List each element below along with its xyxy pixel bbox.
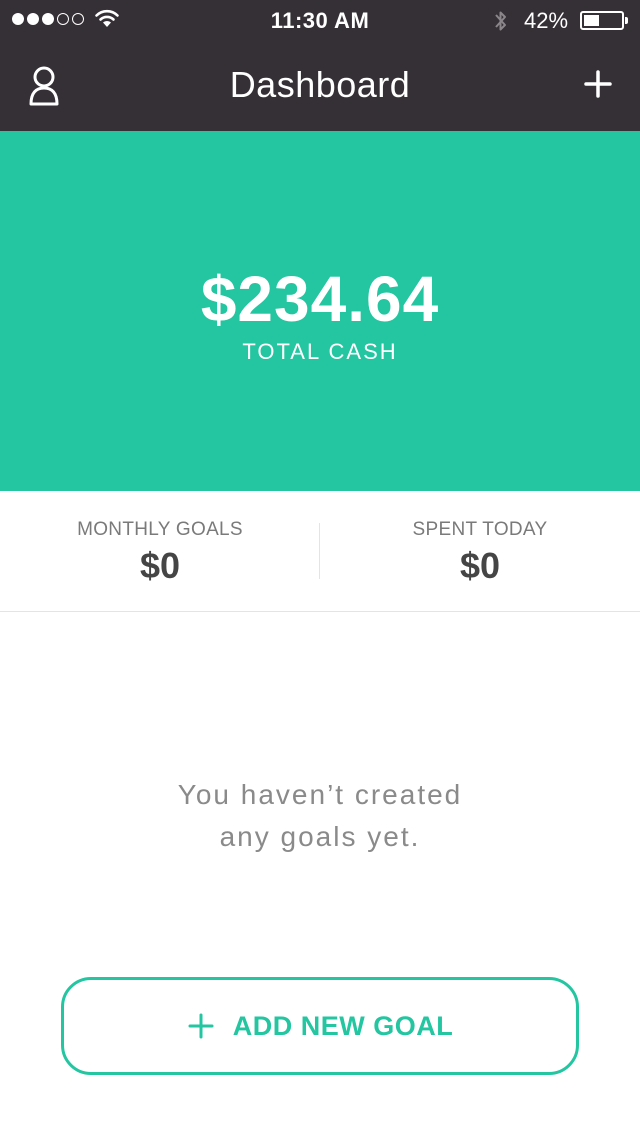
add-new-goal-label: ADD NEW GOAL [232, 1010, 454, 1041]
bluetooth-icon [495, 11, 506, 31]
page-title: Dashboard [229, 64, 411, 105]
add-new-goal-button[interactable]: ADD NEW GOAL [61, 977, 579, 1075]
plus-icon[interactable] [580, 66, 616, 102]
stats-row: MONTHLY GOALS $0 SPENT TODAY $0 [0, 491, 640, 612]
spent-today-value: $0 [459, 545, 501, 586]
empty-goals-message: You haven’t created any goals yet. [0, 774, 640, 858]
battery-tip [625, 17, 628, 24]
battery-icon [580, 11, 624, 30]
status-bar: 11:30 AM 42% [0, 0, 640, 40]
monthly-goals-label: MONTHLY GOALS [77, 519, 243, 540]
empty-goals-line-1: You haven’t created [177, 779, 463, 810]
total-cash-amount: $234.64 [200, 263, 440, 335]
spent-today-stat: SPENT TODAY $0 [320, 519, 640, 587]
plus-icon [188, 1013, 214, 1039]
monthly-goals-stat: MONTHLY GOALS $0 [0, 519, 320, 587]
total-cash-panel: $234.64 TOTAL CASH [0, 131, 640, 491]
top-bar: 11:30 AM 42% Dashboard [0, 0, 640, 131]
battery-percent: 42% [524, 8, 569, 33]
empty-goals-line-2: any goals yet. [219, 821, 421, 852]
battery-level [584, 15, 599, 26]
monthly-goals-value: $0 [139, 545, 181, 586]
spent-today-label: SPENT TODAY [412, 519, 548, 540]
nav-bar: Dashboard [0, 40, 640, 131]
total-cash-label: TOTAL CASH [242, 339, 398, 364]
